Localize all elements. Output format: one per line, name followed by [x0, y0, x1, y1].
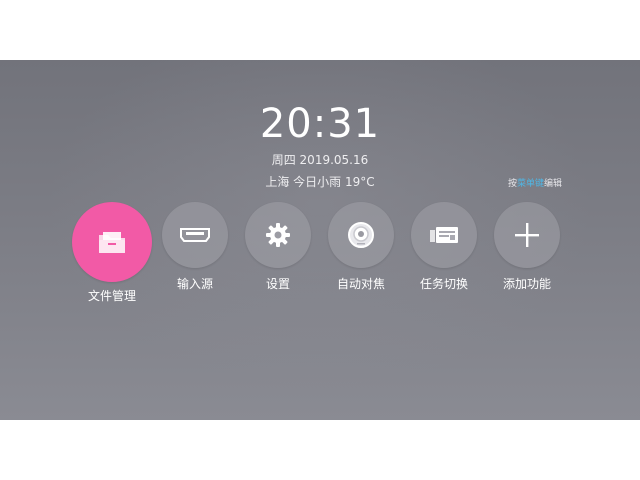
app-label: 任务切换: [419, 277, 468, 291]
app-icon-circle[interactable]: [245, 202, 311, 268]
plus-icon: [513, 221, 541, 249]
app-icon-circle[interactable]: [72, 202, 152, 282]
app-add-function[interactable]: 添加功能: [482, 202, 572, 292]
app-settings[interactable]: 设置: [233, 202, 323, 292]
app-icon-circle[interactable]: [494, 202, 560, 268]
hint-suffix: 编辑: [543, 179, 562, 189]
app-row: 文件管理 输入源 设置 自动对焦 任务切换 添加功能: [0, 202, 640, 322]
launcher-screen: 20:31 周四 2019.05.16 上海 今日小雨 19°C 按菜单键编辑: [0, 60, 640, 420]
app-label: 文件管理: [87, 289, 136, 303]
app-label: 自动对焦: [336, 277, 385, 291]
app-icon-circle[interactable]: [162, 202, 228, 268]
app-auto-focus[interactable]: 自动对焦: [316, 202, 406, 292]
app-file-manager[interactable]: 文件管理: [67, 202, 157, 304]
gear-icon: [265, 222, 291, 248]
task-cards-icon: [428, 224, 460, 246]
app-label: 设置: [265, 277, 290, 291]
hint-prefix: 按: [507, 179, 517, 189]
hint-accent: 菜单键: [516, 179, 544, 189]
page: 20:31 周四 2019.05.16 上海 今日小雨 19°C 按菜单键编辑: [0, 0, 640, 480]
hdmi-port-icon: [180, 227, 210, 243]
app-icon-circle[interactable]: [411, 202, 477, 268]
date-text: 周四 2019.05.16: [271, 153, 369, 167]
app-input-source[interactable]: 输入源: [150, 202, 240, 292]
app-task-switch[interactable]: 任务切换: [399, 202, 489, 292]
edit-hint: 按菜单键编辑: [508, 178, 562, 190]
folder-icon: [97, 229, 127, 255]
app-label: 输入源: [176, 277, 213, 291]
lens-icon: [347, 221, 375, 249]
clock-time: 20:31: [259, 101, 381, 147]
app-label: 添加功能: [502, 277, 551, 291]
app-icon-circle[interactable]: [328, 202, 394, 268]
